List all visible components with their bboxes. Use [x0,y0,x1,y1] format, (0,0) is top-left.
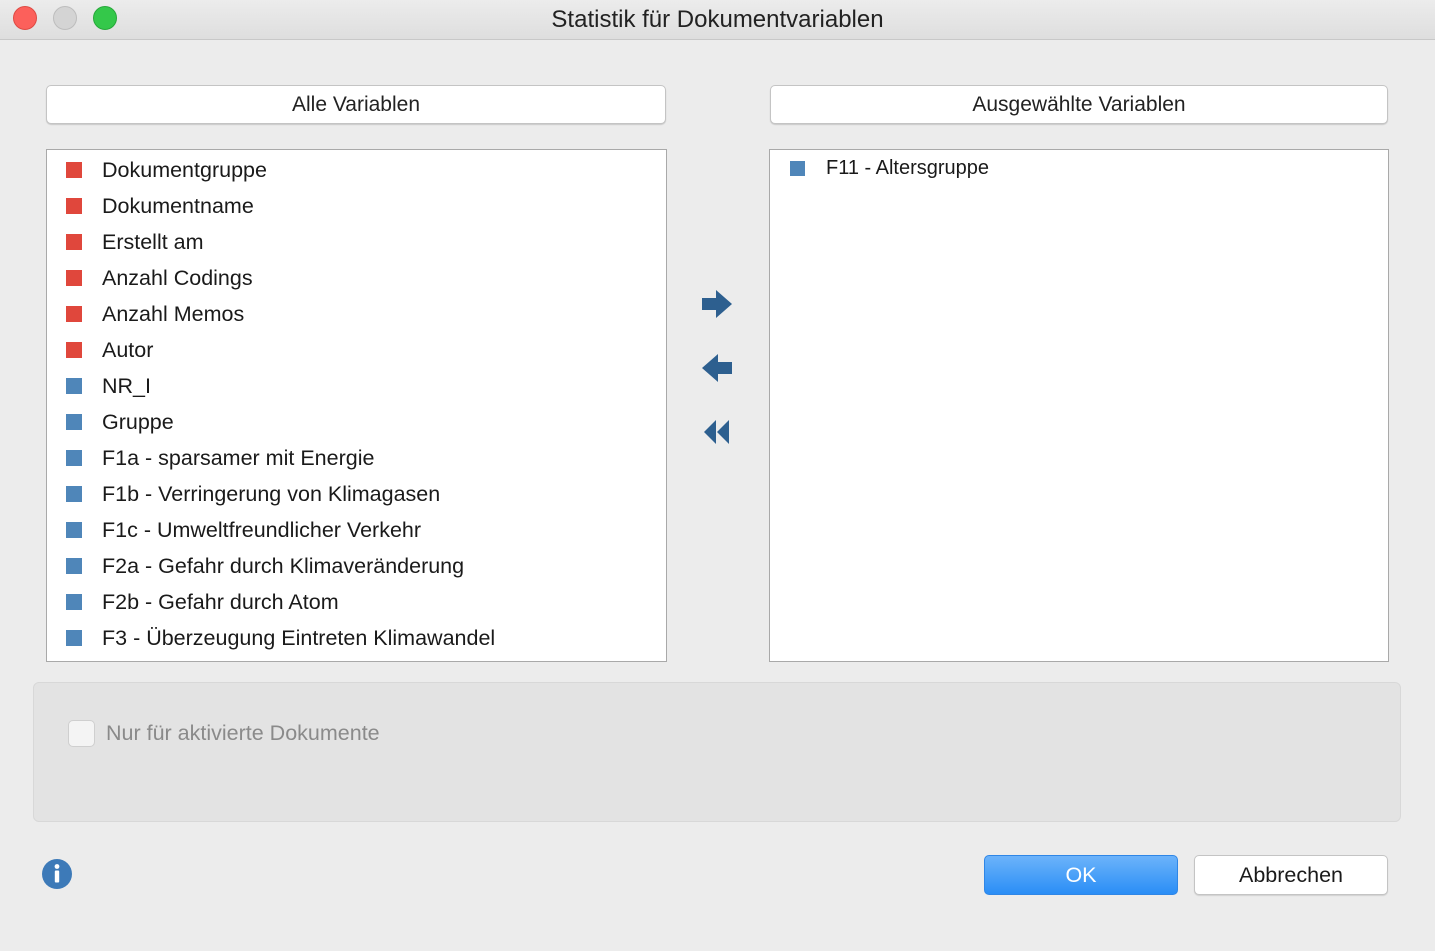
system-variable-icon [66,162,82,178]
cancel-button[interactable]: Abbrechen [1194,855,1388,895]
list-item[interactable]: F1c - Umweltfreundlicher Verkehr [47,512,666,548]
list-item[interactable]: Erstellt am [47,224,666,260]
selected-variables-header[interactable]: Ausgewählte Variablen [770,85,1388,124]
list-item-label: Dokumentname [102,194,254,218]
list-item[interactable]: F2b - Gefahr durch Atom [47,584,666,620]
dialog-window: Statistik für Dokumentvariablen Alle Var… [0,0,1435,951]
list-item[interactable]: F1a - sparsamer mit Energie [47,440,666,476]
list-item[interactable]: Dokumentname [47,188,666,224]
selected-variables-list[interactable]: F11 - Altersgruppe [769,149,1389,662]
remove-all-variables-button[interactable] [698,414,736,450]
list-item-label: F1b - Verringerung von Klimagasen [102,482,441,506]
double-arrow-left-icon [704,420,729,444]
arrow-right-icon [702,290,732,318]
user-variable-icon [790,161,805,176]
system-variable-icon [66,342,82,358]
list-item-label: Anzahl Memos [102,302,245,326]
list-item-label: Autor [102,338,154,362]
user-variable-icon [66,414,82,430]
list-item[interactable]: F11 - Altersgruppe [770,150,1388,186]
list-item[interactable]: Dokumentgruppe [47,152,666,188]
user-variable-icon [66,594,82,610]
list-item-label: Dokumentgruppe [102,158,267,182]
title-bar: Statistik für Dokumentvariablen [0,0,1435,40]
list-item-label: NR_I [102,374,151,398]
list-item-label: F2a - Gefahr durch Klimaveränderung [102,554,465,578]
list-item[interactable]: F2a - Gefahr durch Klimaveränderung [47,548,666,584]
list-item[interactable]: NR_I [47,368,666,404]
list-item-label: F3 - Überzeugung Eintreten Klimawandel [102,626,496,650]
user-variable-icon [66,522,82,538]
list-item[interactable]: Anzahl Codings [47,260,666,296]
info-icon[interactable] [41,858,73,890]
only-activated-documents-label[interactable]: Nur für aktivierte Dokumente [106,716,380,750]
system-variable-icon [66,234,82,250]
only-activated-documents-checkbox[interactable] [68,720,95,747]
all-variables-list[interactable]: Dokumentgruppe Dokumentname Erstellt am … [46,149,667,662]
options-panel: Nur für aktivierte Dokumente [33,682,1401,822]
user-variable-icon [66,558,82,574]
list-item-label: Anzahl Codings [102,266,253,290]
list-item-label: Gruppe [102,410,174,434]
list-item[interactable]: F3 - Überzeugung Eintreten Klimawandel [47,620,666,656]
user-variable-icon [66,630,82,646]
user-variable-icon [66,378,82,394]
arrow-left-icon [702,354,732,382]
list-item-label: F2b - Gefahr durch Atom [102,590,339,614]
user-variable-icon [66,486,82,502]
list-item[interactable]: F1b - Verringerung von Klimagasen [47,476,666,512]
system-variable-icon [66,270,82,286]
list-item-label: F1a - sparsamer mit Energie [102,446,375,470]
window-title: Statistik für Dokumentvariablen [551,6,884,33]
user-variable-icon [66,450,82,466]
remove-variable-button[interactable] [698,350,736,386]
system-variable-icon [66,306,82,322]
all-variables-header[interactable]: Alle Variablen [46,85,666,124]
list-item[interactable]: Anzahl Memos [47,296,666,332]
list-item[interactable]: Gruppe [47,404,666,440]
list-item-label: F1c - Umweltfreundlicher Verkehr [102,518,422,542]
ok-button[interactable]: OK [984,855,1178,895]
add-variable-button[interactable] [698,286,736,322]
system-variable-icon [66,198,82,214]
list-item[interactable]: Autor [47,332,666,368]
list-item-label: Erstellt am [102,230,204,254]
list-item-label: F11 - Altersgruppe [826,157,990,179]
